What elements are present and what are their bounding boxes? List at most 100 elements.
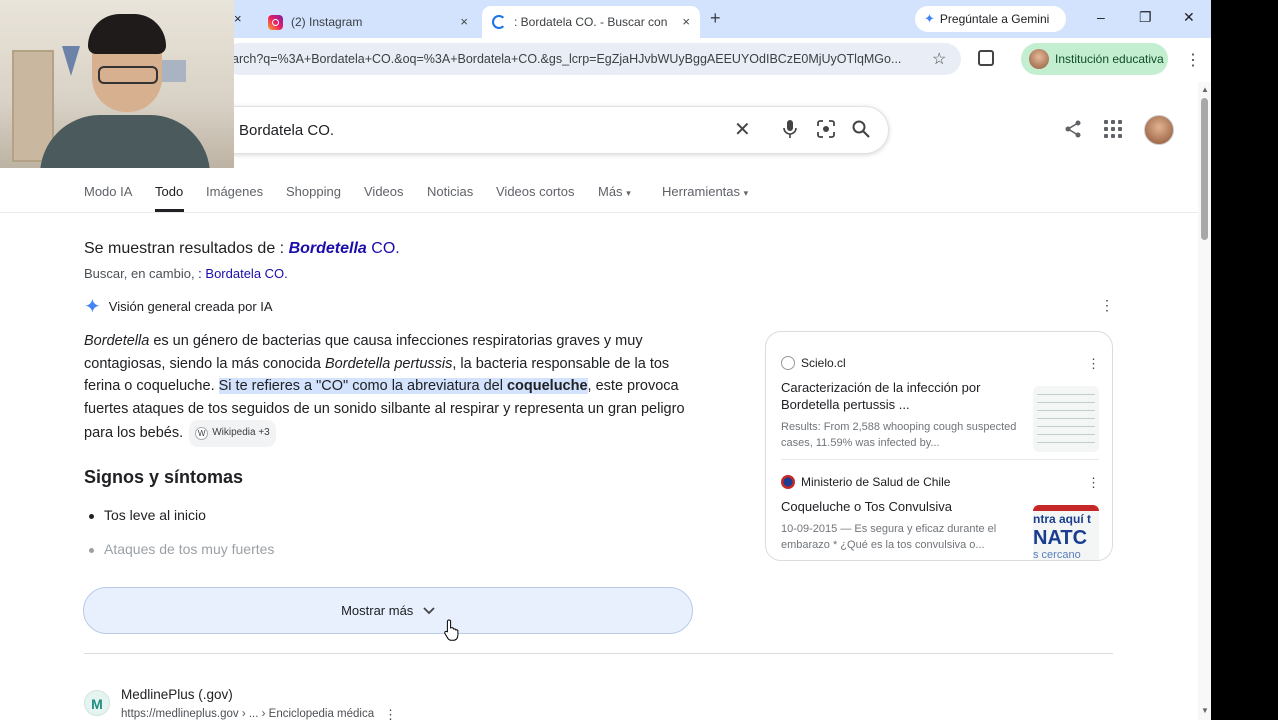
apps-icon[interactable]	[1104, 120, 1124, 140]
close-tab-icon[interactable]: ×	[682, 14, 690, 29]
tab-videos-cortos[interactable]: Videos cortos	[496, 184, 575, 199]
thumb-text: NATC	[1033, 527, 1088, 549]
source-desc: 10-09-2015 — Es segura y eficaz durante …	[781, 523, 997, 551]
close-window-button[interactable]: ✕	[1183, 9, 1195, 26]
kebab-icon[interactable]: ⋮	[1100, 297, 1114, 314]
search-instead-link[interactable]: : Bordatela CO.	[198, 266, 288, 281]
source-desc: Results: From 2,588 whooping cough suspe…	[781, 421, 1017, 449]
share-icon[interactable]	[1064, 120, 1082, 143]
instagram-icon	[268, 14, 283, 30]
search-icon[interactable]	[852, 120, 870, 143]
search-instead: Buscar, en cambio, : Bordatela CO.	[84, 266, 288, 281]
corrected-term-link[interactable]: Bordetella	[289, 240, 367, 257]
avatar[interactable]	[1144, 115, 1174, 145]
source-badge-label: Wikipedia +3	[212, 427, 270, 439]
star-icon[interactable]: ☆	[932, 49, 946, 69]
scroll-up-icon[interactable]: ▲	[1201, 85, 1209, 94]
tab-todo[interactable]: Todo	[155, 184, 183, 199]
list-item: Ataques de tos muy fuertes	[88, 541, 275, 557]
source-title[interactable]: Coqueluche o Tos Convulsiva	[781, 498, 1017, 515]
source-card[interactable]: Scielo.cl Caracterización de la infecció…	[781, 356, 1100, 452]
divider	[781, 459, 1099, 460]
extensions-icon[interactable]	[978, 50, 994, 66]
tab-noticias[interactable]: Noticias	[427, 184, 473, 199]
black-border	[1211, 0, 1278, 720]
profile-label: Institución educativa	[1055, 52, 1164, 66]
ai-overview-header: ✦ Visión general creada por IA	[84, 294, 273, 319]
result-url[interactable]: https://medlineplus.gov › ... › Enciclop…	[121, 708, 374, 720]
source-badge[interactable]: W Wikipedia +3	[189, 420, 276, 447]
showing-prefix: Se muestran resultados de :	[84, 240, 289, 257]
source-site: Scielo.cl	[801, 356, 846, 370]
ai-overview-text: Bordetella es un género de bacterias que…	[84, 330, 696, 447]
tab-instagram[interactable]: (2) Instagram ×	[258, 6, 478, 38]
showing-results-for: Se muestran resultados de : Bordetella C…	[84, 240, 400, 258]
lens-icon[interactable]	[817, 120, 835, 143]
corrected-rest[interactable]: CO.	[367, 240, 399, 257]
profile-avatar	[1029, 49, 1049, 69]
search-tabs: Modo IA Todo Imágenes Shopping Videos No…	[0, 183, 1198, 213]
sources-panel: Scielo.cl Caracterización de la infecció…	[765, 331, 1113, 561]
text-segment: Si te refieres a "CO" como la abreviatur…	[218, 378, 507, 395]
partial-tab-close[interactable]: ×	[234, 11, 242, 26]
minsal-icon	[781, 475, 795, 489]
wikipedia-icon: W	[195, 427, 209, 441]
kebab-icon[interactable]: ⋮	[384, 707, 397, 720]
tab-imagenes[interactable]: Imágenes	[206, 184, 263, 199]
source-site: Ministerio de Salud de Chile	[801, 475, 951, 489]
tab-shopping[interactable]: Shopping	[286, 184, 341, 199]
tab-videos[interactable]: Videos	[364, 184, 404, 199]
source-card[interactable]: Ministerio de Salud de Chile Coqueluche …	[781, 475, 1100, 560]
webcam-overlay	[0, 0, 234, 168]
search-input[interactable]: Bordatela CO.	[239, 122, 334, 139]
list-item: Tos leve al inicio	[89, 507, 206, 523]
medlineplus-icon: M	[84, 690, 110, 716]
tab-google-search[interactable]: : Bordatela CO. - Buscar con Go ×	[482, 6, 700, 38]
fade-overlay	[0, 560, 720, 590]
source-thumbnail	[1033, 386, 1099, 452]
tab-herramientas[interactable]: Herramientas ▾	[662, 184, 748, 199]
address-bar[interactable]: arch?q=%3A+Bordatela+CO.&oq=%3A+Bordatel…	[224, 43, 961, 75]
thumb-text: s cercano	[1033, 549, 1081, 561]
tab-modo-ia[interactable]: Modo IA	[84, 184, 132, 199]
tab-mas-label: Más	[598, 184, 623, 199]
scrollbar-thumb[interactable]	[1201, 98, 1208, 240]
thumb-text: ntra aquí t	[1033, 512, 1092, 526]
tab-mas[interactable]: Más ▾	[598, 184, 631, 199]
mic-icon[interactable]	[783, 120, 797, 143]
term-italic: Bordetella	[84, 333, 150, 349]
result-site-name[interactable]: MedlinePlus (.gov)	[121, 687, 233, 702]
close-tab-icon[interactable]: ×	[460, 14, 468, 29]
kebab-icon[interactable]: ⋮	[1185, 50, 1201, 70]
scrollbar[interactable]: ▲ ▼	[1198, 82, 1211, 720]
scielo-icon	[781, 356, 795, 370]
chevron-down-icon	[419, 603, 435, 618]
kebab-icon[interactable]: ⋮	[1087, 475, 1100, 491]
google-loading-icon	[492, 15, 506, 29]
gemini-sparkle-icon: ✦	[924, 11, 935, 26]
maximize-button[interactable]: ❐	[1139, 9, 1152, 26]
source-title[interactable]: Caracterización de la infección por Bord…	[781, 379, 1017, 413]
active-tab-indicator	[155, 209, 184, 212]
term-italic: Bordetella pertussis	[325, 355, 453, 372]
gemini-label: Pregúntale a Gemini	[939, 12, 1050, 26]
kebab-icon[interactable]: ⋮	[1087, 356, 1100, 372]
scroll-down-icon[interactable]: ▼	[1201, 706, 1209, 715]
search-box[interactable]: Bordatela CO. ✕	[200, 106, 889, 154]
section-title: Signos y síntomas	[84, 467, 244, 487]
bold-term: coqueluche	[506, 378, 588, 395]
gemini-button[interactable]: ✦ Pregúntale a Gemini	[915, 6, 1066, 32]
tab-herramientas-label: Herramientas	[662, 184, 741, 199]
show-more-button[interactable]: Mostrar más	[83, 587, 693, 634]
highlighted-text: Si te refieres a "CO" como la abreviatur…	[218, 378, 588, 395]
tab-title: (2) Instagram	[291, 15, 363, 29]
minimize-button[interactable]: –	[1097, 9, 1105, 25]
ai-sparkle-icon: ✦	[84, 296, 101, 318]
source-thumbnail: ntra aquí t NATC s cercano	[1033, 505, 1099, 561]
search-page: Bordatela CO. ✕ Modo IA Todo Imágenes Sh…	[0, 82, 1198, 720]
clear-icon[interactable]: ✕	[734, 117, 751, 142]
new-tab-button[interactable]: +	[710, 8, 721, 29]
instead-prefix: Buscar, en cambio,	[84, 266, 199, 281]
show-more-label: Mostrar más	[341, 603, 414, 618]
profile-chip[interactable]: Institución educativa	[1021, 43, 1168, 75]
